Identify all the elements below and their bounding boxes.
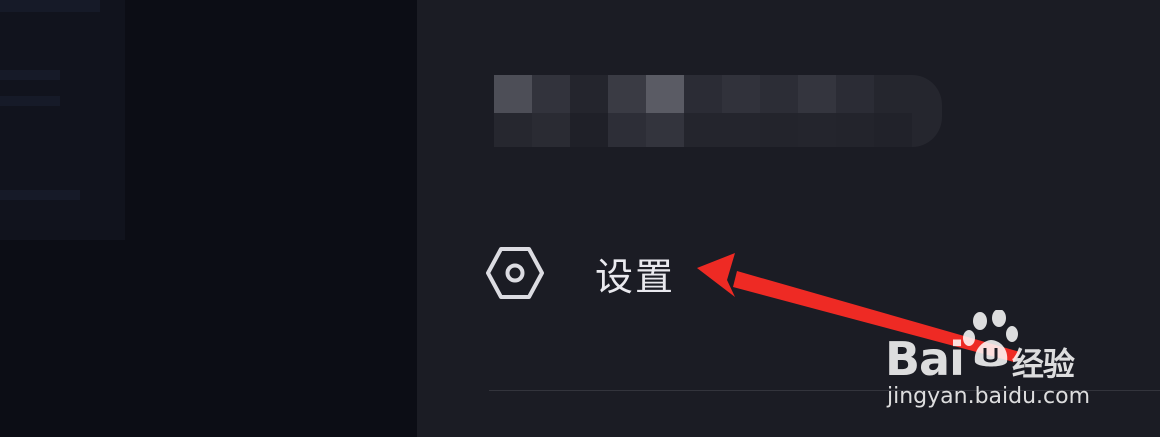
baidu-logo-bai: Bai <box>885 332 965 386</box>
settings-hex-icon <box>485 243 545 303</box>
background-block <box>0 0 100 12</box>
settings-menu-item[interactable]: 设置 <box>485 238 905 308</box>
background-block <box>0 96 60 106</box>
baidu-logo-jingyan: 经验 <box>1011 345 1075 383</box>
screen: 设置 Bai 经验 jingyan.baidu.com <box>0 0 1160 437</box>
blurred-username-tail <box>912 75 942 147</box>
blurred-username <box>494 75 934 147</box>
background-sidebar <box>0 0 125 240</box>
background-block <box>0 70 60 80</box>
background-content <box>0 0 417 437</box>
baidu-domain-text: jingyan.baidu.com <box>887 384 1091 409</box>
settings-label: 设置 <box>595 254 676 299</box>
baidu-watermark: Bai 经验 jingyan.baidu.com <box>885 310 1125 430</box>
baidu-logo-text: Bai 经验 <box>885 332 1075 386</box>
background-block <box>0 190 80 200</box>
